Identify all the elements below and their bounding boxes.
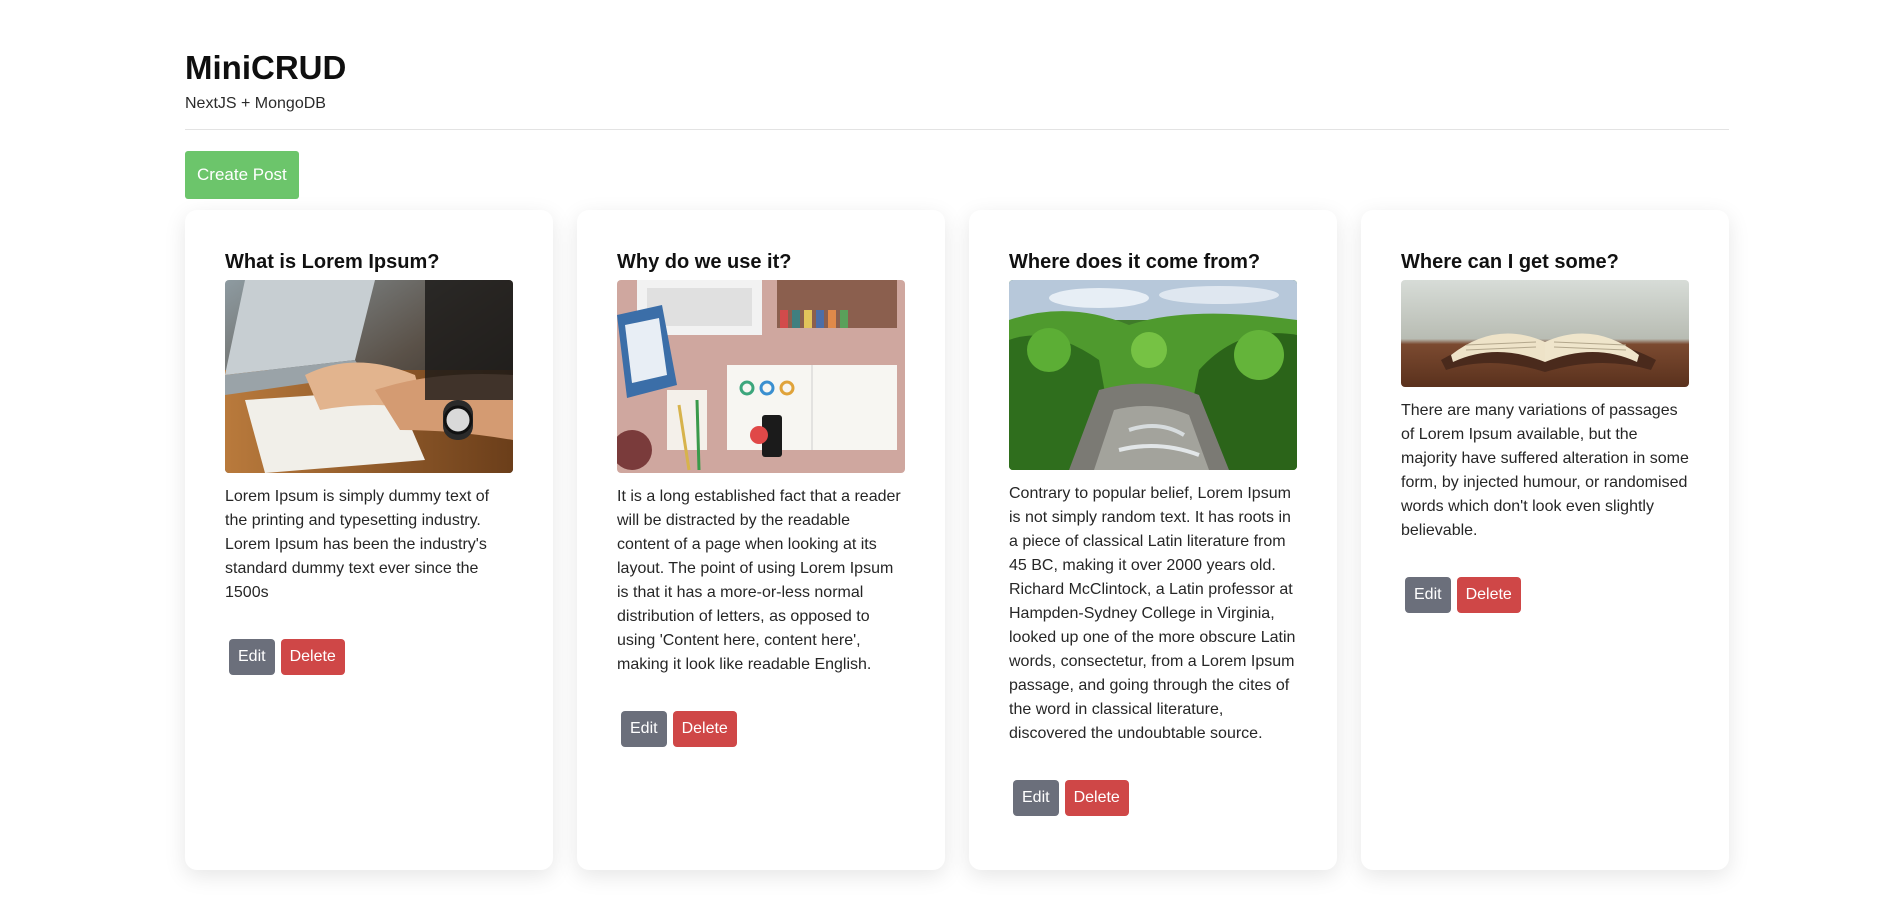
post-card: Where can I get some? There are many var… (1361, 210, 1729, 870)
app-subtitle: NextJS + MongoDB (185, 95, 326, 112)
edit-button[interactable]: Edit (1013, 780, 1059, 816)
post-card: What is Lorem Ipsum? Lorem Ipsum is simp… (185, 210, 553, 870)
post-title: Where does it come from? (1009, 251, 1261, 273)
app-title: MiniCRUD (185, 49, 347, 86)
header: MiniCRUD NextJS + MongoDB (185, 0, 1729, 114)
post-title: Why do we use it? (617, 251, 792, 273)
post-image (225, 280, 513, 473)
post-image (617, 280, 905, 473)
post-title: What is Lorem Ipsum? (225, 251, 440, 273)
post-list: What is Lorem Ipsum? Lorem Ipsum is simp… (185, 210, 1729, 870)
post-actions: Edit Delete (1013, 780, 1297, 816)
delete-button[interactable]: Delete (1064, 780, 1129, 816)
post-card: Why do we use it? It is a long establish… (577, 210, 945, 870)
edit-button[interactable]: Edit (1405, 577, 1451, 613)
delete-button[interactable]: Delete (280, 639, 345, 675)
post-body: There are many variations of passages of… (1401, 402, 1689, 539)
post-image (1401, 280, 1689, 387)
post-body: It is a long established fact that a rea… (617, 488, 901, 673)
delete-button[interactable]: Delete (672, 711, 737, 747)
post-image (1009, 280, 1297, 470)
post-actions: Edit Delete (621, 711, 905, 747)
post-body: Lorem Ipsum is simply dummy text of the … (225, 488, 490, 601)
header-divider (185, 129, 1729, 130)
post-actions: Edit Delete (229, 639, 513, 675)
page-container: MiniCRUD NextJS + MongoDB Create Post Wh… (185, 0, 1729, 870)
post-body: Contrary to popular belief, Lorem Ipsum … (1009, 485, 1296, 742)
post-actions: Edit Delete (1405, 577, 1689, 613)
delete-button[interactable]: Delete (1456, 577, 1521, 613)
edit-button[interactable]: Edit (229, 639, 275, 675)
post-title: Where can I get some? (1401, 251, 1619, 273)
create-post-button[interactable]: Create Post (185, 151, 299, 199)
post-card: Where does it come from? Contrary to pop… (969, 210, 1337, 870)
edit-button[interactable]: Edit (621, 711, 667, 747)
